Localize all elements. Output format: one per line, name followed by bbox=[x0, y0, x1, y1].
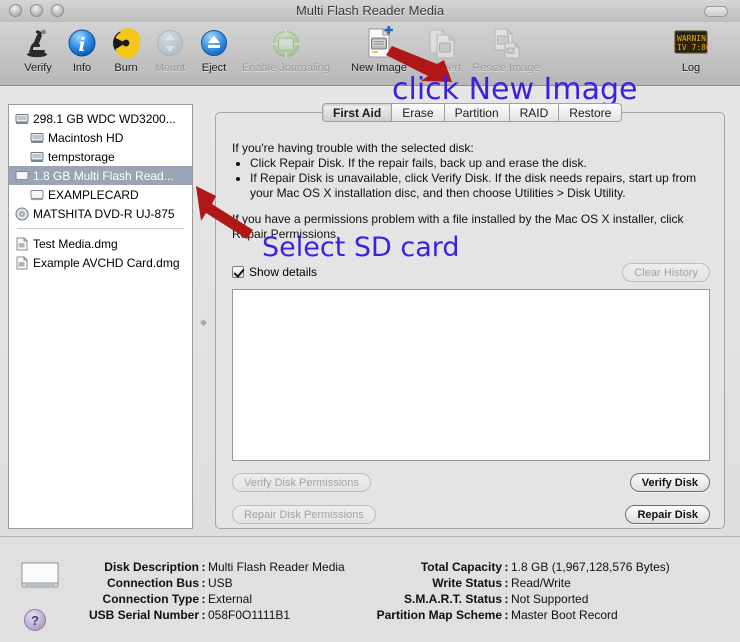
info-value: 058F0O1111B1 bbox=[208, 608, 291, 622]
verify-disk-button[interactable]: Verify Disk bbox=[629, 473, 710, 492]
sidebar-label: 1.8 GB Multi Flash Read... bbox=[33, 168, 174, 183]
sidebar-divider bbox=[17, 228, 184, 229]
toolbar-button-log[interactable]: WARNIN IV 7:86( Log bbox=[660, 25, 722, 74]
toolbar-button-resize-image: Resize Image bbox=[460, 25, 552, 74]
info-label: Total Capacity bbox=[420, 560, 502, 574]
window-title: Multi Flash Reader Media bbox=[295, 3, 445, 18]
info-value: External bbox=[208, 592, 253, 606]
disk-info-right-column: Total Capacity : 1.8 GB (1,967,128,576 B… bbox=[366, 559, 670, 623]
sidebar-label: Example AVCHD Card.dmg bbox=[33, 255, 180, 270]
verify-disk-permissions-button[interactable]: Verify Disk Permissions bbox=[232, 473, 371, 492]
info-label: Connection Bus bbox=[107, 576, 199, 590]
info-value: Read/Write bbox=[511, 576, 571, 590]
sidebar-label: EXAMPLECARD bbox=[48, 187, 139, 202]
svg-text:WARNIN: WARNIN bbox=[677, 34, 706, 43]
toolbar-toggle-button[interactable] bbox=[704, 6, 728, 17]
show-details-checkbox[interactable]: Show details bbox=[232, 265, 317, 279]
info-row: Disk Description : Multi Flash Reader Me… bbox=[60, 559, 345, 575]
removable-volume-icon bbox=[29, 188, 44, 202]
info-label: Partition Map Scheme bbox=[376, 608, 502, 622]
info-row: Connection Type : External bbox=[60, 591, 345, 607]
sidebar-label: 298.1 GB WDC WD3200... bbox=[33, 111, 176, 126]
journaling-disk-icon bbox=[222, 25, 350, 61]
sidebar-item-matshita-dvd[interactable]: MATSHITA DVD-R UJ-875 bbox=[9, 204, 192, 223]
hard-disk-icon bbox=[14, 112, 29, 126]
sidebar-label: Test Media.dmg bbox=[33, 236, 118, 251]
tab-raid[interactable]: RAID bbox=[509, 103, 560, 122]
info-label: S.M.A.R.T. Status bbox=[403, 592, 502, 606]
show-details-label: Show details bbox=[249, 265, 318, 279]
clear-history-button[interactable]: Clear History bbox=[622, 263, 710, 282]
log-icon: WARNIN IV 7:86( bbox=[660, 25, 722, 61]
tab-partition[interactable]: Partition bbox=[444, 103, 510, 122]
info-row: Write Status : Read/Write bbox=[366, 575, 670, 591]
toolbar-label-log: Log bbox=[681, 62, 701, 74]
sidebar-item-tempstorage[interactable]: tempstorage bbox=[9, 147, 192, 166]
info-value: 1.8 GB (1,967,128,576 Bytes) bbox=[511, 560, 670, 574]
sidebar-item-wdc-drive[interactable]: 298.1 GB WDC WD3200... bbox=[9, 109, 192, 128]
disk-info-left-column: Disk Description : Multi Flash Reader Me… bbox=[60, 559, 345, 623]
volume-icon bbox=[29, 150, 44, 164]
tab-bar[interactable]: First Aid Erase Partition RAID Restore bbox=[322, 103, 623, 122]
toolbar-button-enable-journaling: Enable Journaling bbox=[222, 25, 350, 74]
sidebar-label: MATSHITA DVD-R UJ-875 bbox=[33, 206, 175, 221]
toolbar-label-enable-journaling: Enable Journaling bbox=[241, 62, 331, 74]
info-row: Total Capacity : 1.8 GB (1,967,128,576 B… bbox=[366, 559, 670, 575]
info-row: USB Serial Number : 058F0O1111B1 bbox=[60, 607, 345, 623]
checkbox-box[interactable] bbox=[232, 266, 244, 278]
info-row: S.M.A.R.T. Status : Not Supported bbox=[366, 591, 670, 607]
annotation-click-new-image: click New Image bbox=[392, 72, 638, 107]
disk-info-panel: ? Disk Description : Multi Flash Reader … bbox=[0, 536, 740, 642]
info-value: Not Supported bbox=[511, 592, 589, 606]
first-aid-instructions: If you're having trouble with the select… bbox=[232, 141, 710, 242]
repair-disk-button[interactable]: Repair Disk bbox=[625, 505, 710, 524]
selected-disk-icon bbox=[18, 557, 62, 598]
bullet-verify-disk: If Repair Disk is unavailable, click Ver… bbox=[250, 171, 710, 201]
disk-image-icon bbox=[14, 236, 29, 251]
repair-disk-permissions-button[interactable]: Repair Disk Permissions bbox=[232, 505, 376, 524]
disk-image-icon bbox=[14, 255, 29, 270]
disk-list-sidebar[interactable]: 298.1 GB WDC WD3200... Macintosh HD temp… bbox=[8, 104, 193, 529]
removable-disk-icon bbox=[14, 169, 29, 183]
sidebar-label: tempstorage bbox=[48, 149, 115, 164]
info-row: Connection Bus : USB bbox=[60, 575, 345, 591]
split-pane-handle[interactable]: ◆ bbox=[199, 318, 208, 327]
resize-image-icon bbox=[460, 25, 552, 61]
first-aid-panel: If you're having trouble with the select… bbox=[215, 112, 725, 529]
info-label: USB Serial Number bbox=[88, 608, 199, 622]
optical-disc-icon bbox=[14, 207, 29, 221]
sidebar-item-examplecard[interactable]: EXAMPLECARD bbox=[9, 185, 192, 204]
first-aid-log-textarea[interactable] bbox=[232, 289, 710, 461]
disk-utility-window: Multi Flash Reader Media Verify i Info B… bbox=[0, 0, 740, 642]
sidebar-item-macintosh-hd[interactable]: Macintosh HD bbox=[9, 128, 192, 147]
instructions-intro: If you're having trouble with the select… bbox=[232, 141, 474, 155]
sidebar-item-example-avchd-card-dmg[interactable]: Example AVCHD Card.dmg bbox=[9, 253, 192, 272]
window-titlebar: Multi Flash Reader Media bbox=[0, 0, 740, 23]
tab-first-aid[interactable]: First Aid bbox=[322, 103, 393, 122]
sidebar-label: Macintosh HD bbox=[48, 130, 124, 145]
tab-erase[interactable]: Erase bbox=[392, 103, 445, 122]
info-value: USB bbox=[208, 576, 233, 590]
svg-text:i: i bbox=[78, 34, 85, 56]
info-value: Multi Flash Reader Media bbox=[208, 560, 345, 574]
info-row: Partition Map Scheme : Master Boot Recor… bbox=[366, 607, 670, 623]
info-label: Disk Description bbox=[104, 560, 199, 574]
volume-icon bbox=[29, 131, 44, 145]
help-button[interactable]: ? bbox=[24, 609, 46, 631]
tab-restore[interactable]: Restore bbox=[559, 103, 623, 122]
sidebar-item-test-media-dmg[interactable]: Test Media.dmg bbox=[9, 234, 192, 253]
info-value: Master Boot Record bbox=[511, 608, 618, 622]
instructions-bullets: Click Repair Disk. If the repair fails, … bbox=[232, 156, 710, 201]
sidebar-item-multi-flash-reader[interactable]: 1.8 GB Multi Flash Read... bbox=[9, 166, 192, 185]
info-label: Write Status bbox=[432, 576, 502, 590]
info-label: Connection Type bbox=[102, 592, 199, 606]
svg-text:IV 7:86(: IV 7:86( bbox=[677, 43, 708, 52]
bullet-repair-disk: Click Repair Disk. If the repair fails, … bbox=[250, 156, 710, 171]
annotation-select-sd-card: Select SD card bbox=[262, 232, 460, 263]
